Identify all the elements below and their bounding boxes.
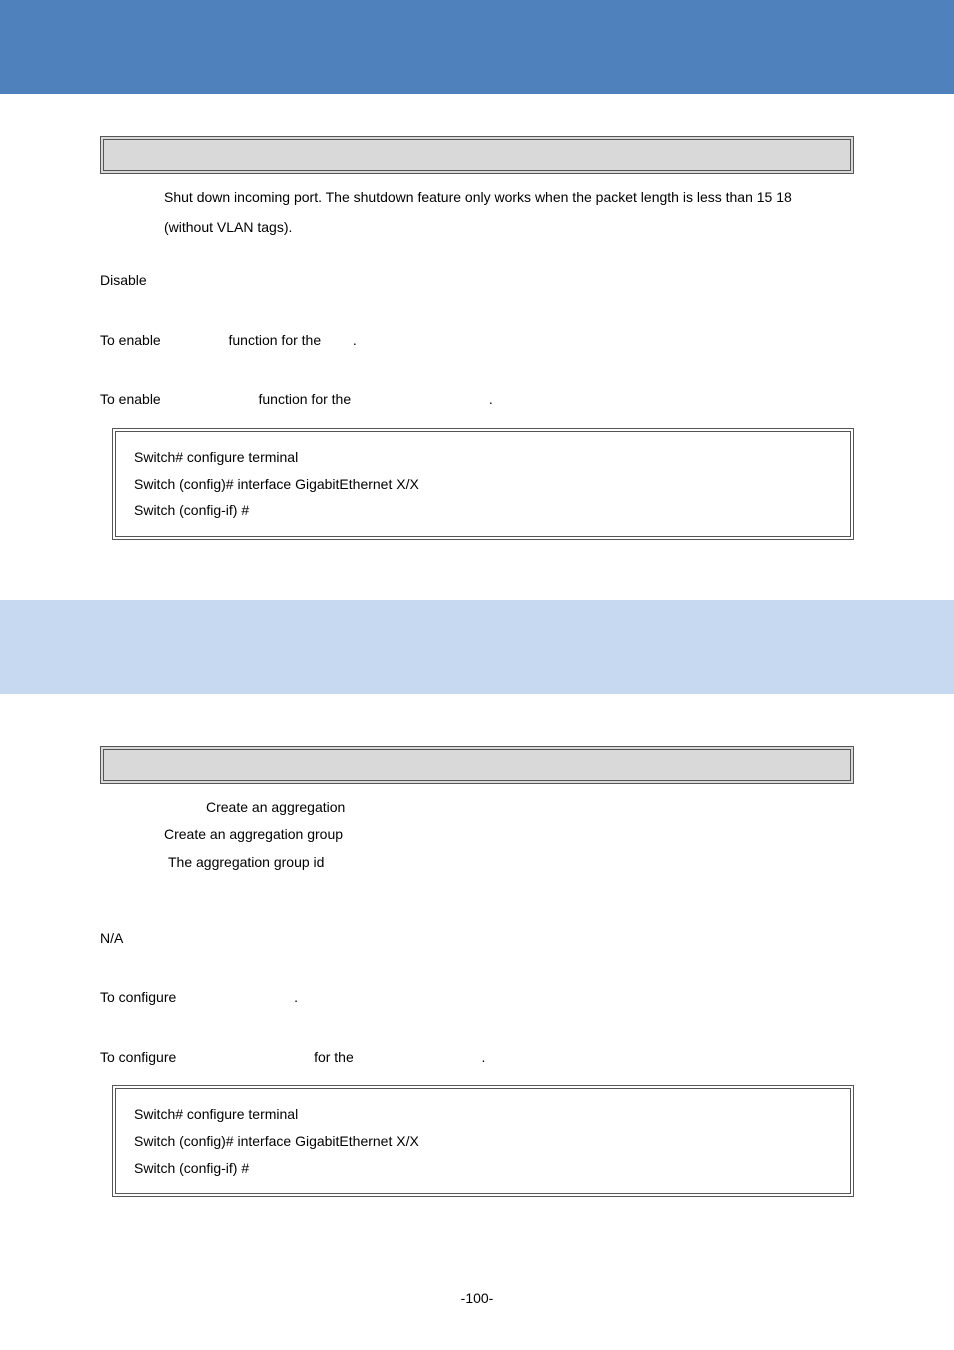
usage-mid: function for the (229, 332, 322, 348)
default-value-bottom: N/A (100, 929, 854, 949)
syntax-box-top (100, 136, 854, 174)
cli-line: Switch (config-if) # (134, 1155, 832, 1182)
param-line: Create an aggregation group (164, 825, 854, 845)
param-line: Create an aggregation (206, 798, 854, 818)
usage-line-top: To enable function for the . (100, 331, 854, 351)
page-number: -100- (0, 1290, 954, 1306)
usage-end: . (294, 989, 298, 1005)
syntax-box-bottom (100, 746, 854, 784)
cli-line: Switch (config-if) # (134, 497, 832, 524)
example-sentence-top: To enable function for the . (100, 390, 854, 410)
header-banner (0, 0, 954, 94)
section-banner (0, 600, 954, 694)
shutdown-desc-line2: (without VLAN tags). (164, 218, 854, 238)
parameter-block: Create an aggregation Create an aggregat… (100, 798, 854, 873)
page: Shut down incoming port. The shutdown fe… (0, 0, 954, 1350)
content-area: Shut down incoming port. The shutdown fe… (0, 136, 954, 540)
cli-line: Switch# configure terminal (134, 1101, 832, 1128)
example-mid: function for the (259, 391, 352, 407)
content-area-2: Create an aggregation Create an aggregat… (0, 746, 954, 1197)
example-prefix: To configure (100, 1049, 176, 1065)
example-box-bottom: Switch# configure terminal Switch (confi… (112, 1085, 854, 1197)
shutdown-desc-line1: Shut down incoming port. The shutdown fe… (164, 188, 854, 208)
usage-line-bottom: To configure . (100, 988, 854, 1008)
description-block: Shut down incoming port. The shutdown fe… (164, 188, 854, 237)
example-prefix: To enable (100, 391, 161, 407)
example-end: . (489, 391, 493, 407)
example-sentence-bottom: To configure for the . (100, 1048, 854, 1068)
example-end: . (482, 1049, 486, 1065)
param-line: The aggregation group id (168, 853, 854, 873)
cli-line: Switch# configure terminal (134, 444, 832, 471)
example-box-top: Switch# configure terminal Switch (confi… (112, 428, 854, 540)
cli-line: Switch (config)# interface GigabitEthern… (134, 1128, 832, 1155)
example-mid: for the (314, 1049, 354, 1065)
usage-prefix: To configure (100, 989, 176, 1005)
default-value-top: Disable (100, 271, 854, 291)
usage-end: . (353, 332, 357, 348)
cli-line: Switch (config)# interface GigabitEthern… (134, 471, 832, 498)
usage-prefix: To enable (100, 332, 161, 348)
